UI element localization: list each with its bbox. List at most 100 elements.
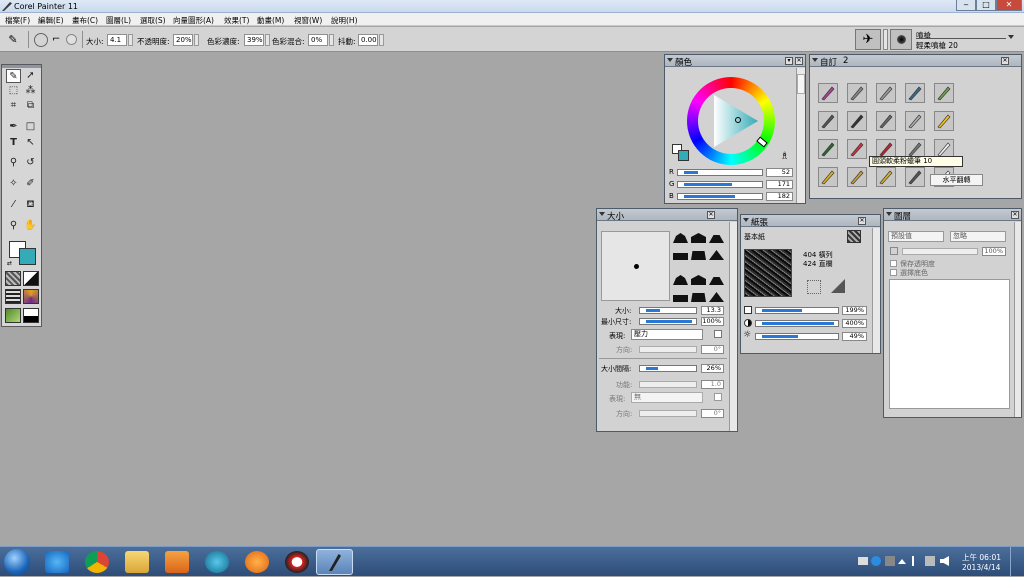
custom-brush-icon[interactable] [876,167,896,187]
expression2-dropdown[interactable]: 無 [631,392,703,403]
size-value[interactable]: 13.3 [701,306,724,315]
blue-slider[interactable] [677,193,763,200]
composite-depth-dropdown[interactable]: 忽略 [950,231,1006,242]
paper-contrast-value[interactable]: 400% [842,319,867,328]
tray-device-icon[interactable] [858,557,868,565]
show-desktop-button[interactable] [1010,547,1024,577]
maximize-button[interactable]: □ [976,0,996,11]
freehand-stroke-icon[interactable] [34,33,48,47]
swap-colors-icon[interactable]: ⇄ [7,260,12,267]
feature-value[interactable]: 1.0 [701,380,724,389]
magnifier-icon[interactable]: ⚲ [6,219,21,233]
toolbox-grip[interactable] [2,65,41,68]
cloner-icon[interactable]: ⚲ [6,156,21,170]
paper-contrast-slider[interactable] [755,320,839,327]
paint-bucket-icon[interactable]: ⛾ [23,198,38,212]
resaturation-field[interactable]: 0% [308,34,328,46]
layers-panel-scrollbar[interactable] [1014,222,1021,417]
jitter-spinner[interactable] [379,34,384,46]
concentration-field[interactable]: 39% [244,34,264,46]
collapse-arrow-icon[interactable] [743,218,749,222]
custom-brush-icon[interactable] [934,111,954,131]
scroll-thumb[interactable] [797,74,805,94]
eraser-icon[interactable]: ✐ [23,177,38,191]
menu-shapes[interactable]: 向量圖形(A) [173,15,214,26]
custom-brush-icon[interactable] [818,139,838,159]
brush-tool-icon[interactable]: ✎ [4,33,22,47]
paper-selector-icon[interactable] [5,271,21,286]
blue-value[interactable]: 182 [766,192,793,201]
custom-brush-icon[interactable] [847,139,867,159]
custom-brush-icon[interactable] [818,167,838,187]
opacity-spinner[interactable] [194,34,199,46]
menu-file[interactable]: 檔案(F) [5,15,30,26]
minimize-button[interactable]: ‒ [956,0,976,11]
opacity-field[interactable]: 20% [173,34,193,46]
custom-brush-icon[interactable] [818,111,838,131]
pen-icon[interactable]: ✒ [6,120,21,134]
layers-panel-titlebar[interactable]: 圖層 ✕ [884,209,1021,222]
layer-opacity-value[interactable]: 100% [982,247,1006,256]
expression-dropdown[interactable]: 壓力 [631,329,703,340]
custom-brush-icon[interactable] [818,83,838,103]
invert2-checkbox[interactable] [714,393,722,401]
clock-time[interactable]: 上午 06:01 [962,552,1001,563]
dab-profile-icon[interactable] [673,233,688,243]
direction2-value[interactable]: 0° [701,409,724,418]
paper-scale-value[interactable]: 199% [842,306,867,315]
close-button[interactable]: ✕ [996,0,1022,11]
custom-panel-titlebar[interactable]: 自訂 2 ✕ [810,55,1021,68]
menu-edit[interactable]: 編輯(E) [38,15,64,26]
direction-slider[interactable] [639,346,697,353]
preserve-transparency-checkbox[interactable] [890,260,897,267]
feature-slider[interactable] [639,381,697,388]
size-spinner[interactable] [128,34,133,46]
dab-profile-icon[interactable] [691,293,706,302]
tray-help-icon[interactable] [871,556,881,566]
collapse-arrow-icon[interactable] [599,212,605,216]
color-panel-scrollbar[interactable] [796,68,805,203]
menu-select[interactable]: 選取(S) [140,15,166,26]
network-icon[interactable] [925,556,935,566]
paper-orientation-icon[interactable] [831,279,845,293]
paper-library-icon[interactable] [847,230,861,243]
jitter-field[interactable]: 0.00 [358,34,378,46]
menu-effects[interactable]: 效果(T) [224,15,249,26]
gradient-selector-icon[interactable] [23,271,39,286]
panel-close-icon[interactable]: ✕ [795,57,803,65]
start-button[interactable] [4,549,30,575]
collapse-arrow-icon[interactable] [886,212,892,216]
size-slider[interactable] [639,307,697,314]
dab-profile-icon[interactable] [691,251,706,260]
menu-movie[interactable]: 動畫(M) [257,15,284,26]
rectangle-shape-icon[interactable]: □ [23,120,38,134]
text-tool-icon[interactable]: T [6,136,21,150]
red-slider[interactable] [677,169,763,176]
menu-window[interactable]: 視窗(W) [294,15,322,26]
composite-method-dropdown[interactable]: 預設值 [888,231,944,242]
transform-icon[interactable]: ⧉ [23,99,38,113]
collapse-arrow-icon[interactable] [812,58,818,62]
chrome-icon[interactable] [85,551,109,573]
size-panel-titlebar[interactable]: 大小 ✕ [597,209,737,222]
action-center-flag-icon[interactable] [912,556,920,566]
panel-menu-icon[interactable]: ▾ [785,57,793,65]
custom-brush-icon[interactable] [847,167,867,187]
custom-brush-icon[interactable] [905,111,925,131]
green-value[interactable]: 171 [766,180,793,189]
panel-close-icon[interactable]: ✕ [1011,211,1019,219]
dodge-icon[interactable]: ✧ [6,177,21,191]
green-slider[interactable] [677,181,763,188]
resaturation-spinner[interactable] [329,34,334,46]
direction-value[interactable]: 0° [701,345,724,354]
crop-icon[interactable]: ⌗ [6,99,21,113]
game-app-icon[interactable] [245,551,269,573]
panel-close-icon[interactable]: ✕ [1001,57,1009,65]
size-field[interactable]: 4.1 [107,34,127,46]
chat-app-icon[interactable] [205,551,229,573]
hue-marker[interactable] [756,136,768,148]
weaving-selector-icon[interactable] [23,289,39,304]
menu-canvas[interactable]: 畫布(C) [72,15,98,26]
dab-profile-icon[interactable] [673,275,688,285]
brush-category-dropdown[interactable] [883,29,888,50]
